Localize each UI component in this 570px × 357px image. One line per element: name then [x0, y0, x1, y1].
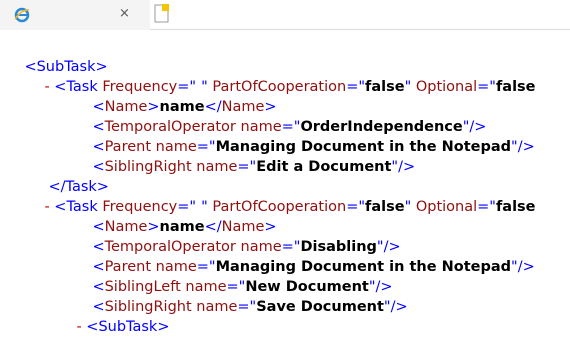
xml-attr: Optional [411, 199, 478, 215]
xml-bracket: < [54, 79, 67, 95]
xml-value: Save Document [256, 299, 384, 315]
xml-line: <SiblingRight name="Save Document"/> [74, 277, 407, 315]
new-tab-icon[interactable] [150, 2, 174, 26]
browser-tab-bar: × [0, 0, 570, 30]
xml-line: <Parent name="Managing Document in the N… [74, 117, 534, 155]
xml-eq: =" [237, 299, 257, 315]
xml-attr: name [191, 159, 238, 175]
xml-bracket: "/> [383, 299, 408, 315]
xml-line: <Name>name</Name> [74, 197, 276, 235]
xml-tag: SubTask [98, 319, 158, 335]
xml-line: <SiblingLeft name="New Document"/> [74, 257, 392, 295]
xml-value: false [365, 199, 405, 215]
xml-value: false [495, 79, 536, 95]
xml-tag: SiblingRight [104, 159, 192, 175]
xml-eq: =" [346, 199, 366, 215]
xml-line: - <SubTask> [58, 297, 169, 335]
xml-bracket: > [157, 319, 170, 335]
xml-line: <SiblingRight name="Edit a Document"/> [74, 137, 415, 175]
xml-bracket: "/> [391, 159, 416, 175]
xml-line: <Name>name</Name> [74, 77, 276, 115]
xml-bracket: < [54, 199, 67, 215]
xml-eq: =" [237, 159, 257, 175]
browser-tab[interactable]: × [0, 0, 150, 30]
xml-line: - <Task Frequency=" " PartOfCooperation=… [26, 57, 535, 95]
xml-line: <TemporalOperator name="OrderIndependenc… [74, 97, 486, 135]
xml-attr: name [191, 299, 238, 315]
xml-eq: =" [346, 79, 366, 95]
xml-value: Edit a Document [256, 159, 392, 175]
xml-line: <SubTask> [6, 37, 107, 75]
ie-icon [14, 7, 30, 23]
xml-line: </Task> [30, 157, 109, 195]
xml-eq: =" [477, 79, 496, 95]
xml-bracket: < [86, 319, 99, 335]
xml-value: false [495, 199, 536, 215]
xml-value: false [365, 79, 405, 95]
xml-line: <TemporalOperator name="Disabling"/> [74, 217, 400, 255]
xml-line: - <Task Frequency=" " PartOfCooperation=… [26, 177, 535, 215]
xml-attr: Optional [411, 79, 478, 95]
xml-line: <Parent name="Managing Document in the N… [74, 237, 534, 275]
xml-eq: =" [477, 199, 496, 215]
xml-bracket: "/> [511, 259, 535, 275]
xml-bracket: "/> [511, 139, 535, 155]
close-tab-icon[interactable]: × [119, 6, 130, 22]
